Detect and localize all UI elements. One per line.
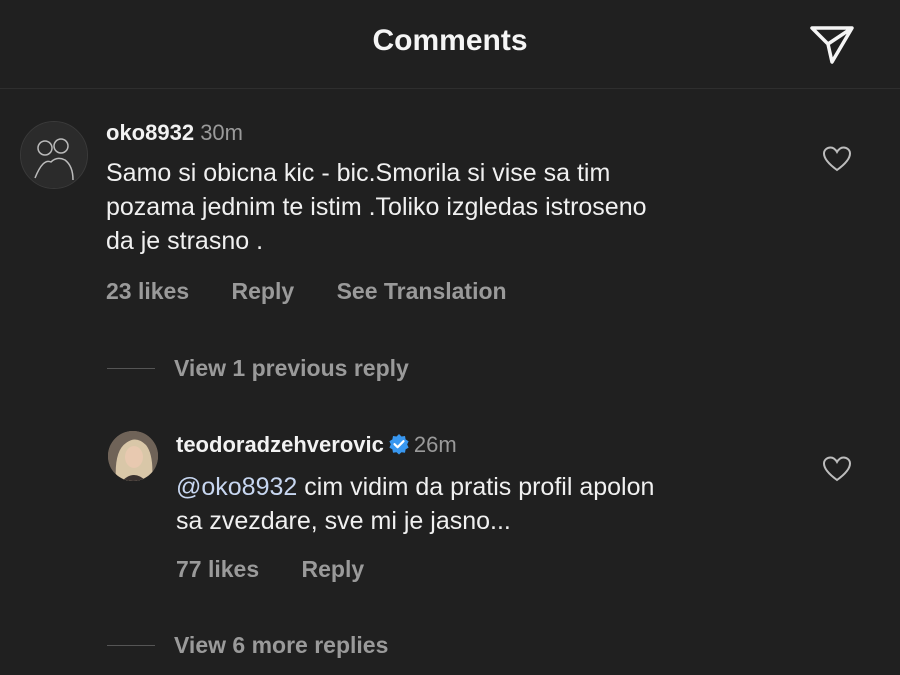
reply-text-line: sa zvezdare, sve mi je jasno... [176, 507, 511, 535]
reply-actions: 77 likes Reply [176, 556, 400, 583]
view-previous-replies[interactable]: View 1 previous reply [174, 355, 409, 382]
send-icon[interactable] [806, 22, 858, 68]
heart-icon[interactable] [822, 455, 852, 483]
mention-link[interactable]: @oko8932 [176, 473, 297, 501]
reply-text-content: cim vidim da pratis profil apolon [297, 473, 655, 501]
reply-header: teodoradzehverovic 26m [176, 432, 457, 458]
reply-text: @oko8932 cim vidim da pratis profil apol… [176, 470, 654, 538]
comment-text-line: pozama jednim te istim .Toliko izgledas … [106, 193, 647, 221]
avatar-image [108, 431, 158, 481]
avatar-image [21, 122, 87, 188]
reply-button[interactable]: Reply [302, 556, 365, 582]
page-title: Comments [372, 24, 528, 57]
reply-text-line: @oko8932 cim vidim da pratis profil apol… [176, 470, 654, 504]
likes-count[interactable]: 23 likes [106, 278, 189, 304]
see-translation-button[interactable]: See Translation [337, 278, 507, 304]
comment-text-line: Samo si obicna kic - bic.Smorila si vise… [106, 159, 611, 187]
verified-badge-icon [389, 434, 409, 455]
comment-text: Samo si obicna kic - bic.Smorila si vise… [106, 156, 647, 258]
view-more-replies[interactable]: View 6 more replies [174, 632, 388, 659]
thread-divider [107, 368, 155, 369]
avatar[interactable] [108, 431, 158, 481]
comment-username[interactable]: oko8932 [106, 120, 194, 145]
header: Comments [0, 0, 900, 89]
likes-count[interactable]: 77 likes [176, 556, 259, 582]
avatar[interactable] [20, 121, 88, 189]
reply-time: 26m [413, 432, 457, 457]
reply-username[interactable]: teodoradzehverovic [176, 432, 384, 457]
thread-divider [107, 645, 155, 646]
reply-button[interactable]: Reply [232, 278, 295, 304]
comment-text-line: da je strasno . [106, 227, 264, 255]
comment-actions: 23 likes Reply See Translation [106, 278, 543, 305]
comment-time: 30m [200, 120, 243, 145]
heart-icon[interactable] [822, 145, 852, 173]
comment-header: oko8932 30m [106, 120, 243, 146]
